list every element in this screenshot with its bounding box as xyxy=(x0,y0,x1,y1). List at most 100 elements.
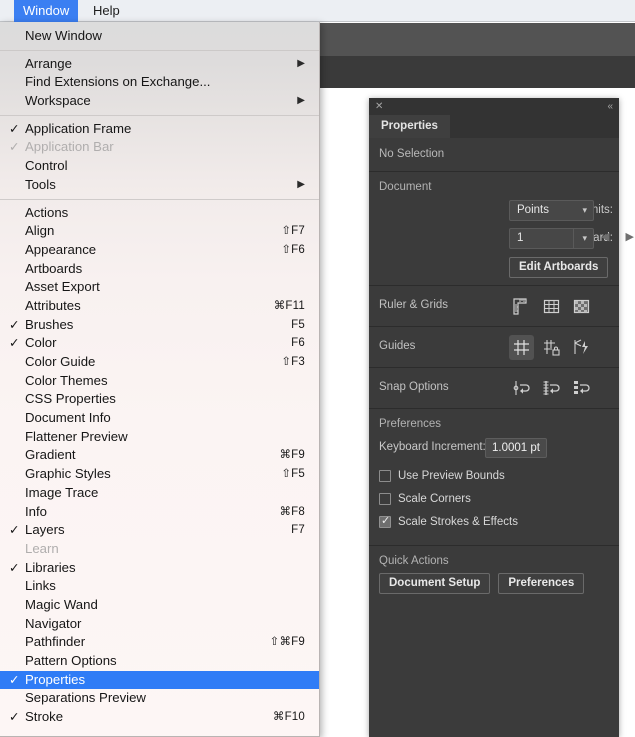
menu-item-control[interactable]: Control xyxy=(0,157,319,176)
menu-item-align[interactable]: Align ⇧F7 xyxy=(0,222,319,241)
chevron-down-icon: ▾ xyxy=(582,205,587,215)
menu-item-label: Tools xyxy=(25,176,56,192)
menu-item-color-themes[interactable]: Color Themes xyxy=(0,372,319,391)
smart-guides-icon[interactable] xyxy=(569,335,594,360)
menu-item-label: Gradient xyxy=(25,447,76,463)
menu-separator xyxy=(0,114,319,116)
menu-item-label: Attributes xyxy=(25,297,81,313)
menu-item-graphic-styles[interactable]: Graphic Styles ⇧F5 xyxy=(0,465,319,484)
panel-tab-bar: Properties xyxy=(369,115,619,138)
menu-item-info[interactable]: Info ⌘F8 xyxy=(0,503,319,522)
units-select[interactable]: Points ▾ xyxy=(509,200,594,221)
menu-item-stroke[interactable]: ✓ Stroke ⌘F10 xyxy=(0,708,319,727)
menu-item-links[interactable]: Links xyxy=(0,577,319,596)
menu-item-css-properties[interactable]: CSS Properties xyxy=(0,390,319,409)
snap-to-grid-icon[interactable] xyxy=(539,376,564,401)
artboard-select[interactable]: 1 ▾ xyxy=(509,228,594,249)
menu-item-shortcut: ⌘F10 xyxy=(272,711,305,724)
menu-item-separations-preview[interactable]: Separations Preview xyxy=(0,689,319,708)
menu-item-checkmark-icon: ✓ xyxy=(9,140,20,155)
submenu-arrow-icon: ▶ xyxy=(297,95,305,107)
next-artboard-icon[interactable]: ▶ xyxy=(626,231,634,243)
menu-item-label: Separations Preview xyxy=(25,690,146,706)
preferences-section: Preferences Keyboard Increment: 1.0001 p… xyxy=(369,409,619,535)
menu-item-shortcut: F6 xyxy=(291,337,305,350)
snap-to-point-icon[interactable] xyxy=(509,376,534,401)
menu-item-label: Actions xyxy=(25,204,69,220)
window-dropdown-menu[interactable]: New Window Arrange ▶ Find Extensions on Exc… xyxy=(0,22,320,737)
menu-item-layers[interactable]: ✓ Layers F7 xyxy=(0,521,319,540)
menu-item-find-extensions-on-exchange[interactable]: Find Extensions on Exchange... xyxy=(0,73,319,92)
document-setup-button[interactable]: Document Setup xyxy=(379,573,491,594)
menu-item-attributes[interactable]: Attributes ⌘F11 xyxy=(0,297,319,316)
menu-item-image-trace[interactable]: Image Trace xyxy=(0,484,319,503)
keyboard-increment-label: Keyboard Increment: xyxy=(379,441,486,453)
menu-item-pathfinder[interactable]: Pathfinder ⇧⌘F9 xyxy=(0,633,319,652)
menu-item-appearance[interactable]: Appearance ⇧F6 xyxy=(0,241,319,260)
menu-item-label: CSS Properties xyxy=(25,391,116,407)
menu-item-label: Stroke xyxy=(25,709,64,725)
menu-item-asset-export[interactable]: Asset Export xyxy=(0,278,319,297)
menu-item-pattern-options[interactable]: Pattern Options xyxy=(0,652,319,671)
previous-artboard-icon[interactable]: ◀ xyxy=(601,231,609,243)
close-icon[interactable]: ✕ xyxy=(375,100,383,113)
artboard-nav: ◀ ▶ xyxy=(601,230,635,243)
tab-properties[interactable]: Properties xyxy=(369,115,450,138)
document-section: Document Units: Points ▾ Artboard: 1 ▾ ◀… xyxy=(369,172,634,285)
menu-item-properties[interactable]: ✓ Properties xyxy=(0,670,319,690)
menu-bar-item-window[interactable]: Window xyxy=(14,0,79,22)
show-guides-icon[interactable] xyxy=(509,335,534,360)
checkbox-label: Scale Strokes & Effects xyxy=(398,516,518,528)
menu-item-magic-wand[interactable]: Magic Wand xyxy=(0,596,319,615)
menu-item-navigator[interactable]: Navigator xyxy=(0,615,319,634)
menu-item-label: Brushes xyxy=(25,316,74,332)
menu-item-artboards[interactable]: Artboards xyxy=(0,260,319,279)
keyboard-increment-input[interactable]: 1.0001 pt xyxy=(485,438,547,458)
menu-item-flattener-preview[interactable]: Flattener Preview xyxy=(0,428,319,447)
checkbox-scale-corners[interactable] xyxy=(379,493,391,505)
quick-actions-section: Quick Actions Document Setup Preferences xyxy=(369,546,619,603)
checkbox-use-preview-bounds[interactable] xyxy=(379,470,391,482)
menu-item-label: Color Guide xyxy=(25,354,96,369)
menu-item-application-frame[interactable]: ✓ Application Frame xyxy=(0,120,319,139)
show-rulers-icon[interactable] xyxy=(509,294,534,319)
menu-item-brushes[interactable]: ✓ Brushes F5 xyxy=(0,316,319,335)
menu-item-document-info[interactable]: Document Info xyxy=(0,409,319,428)
preferences-button[interactable]: Preferences xyxy=(498,573,585,594)
show-grid-icon[interactable] xyxy=(539,294,564,319)
menu-item-shortcut: F7 xyxy=(291,524,305,537)
menu-item-checkmark-icon: ✓ xyxy=(9,710,20,725)
menu-item-label: Magic Wand xyxy=(25,596,98,612)
menu-item-checkmark-icon: ✓ xyxy=(9,336,20,351)
menu-bar-item-help[interactable]: Help xyxy=(84,0,129,22)
menu-item-label: Color xyxy=(25,335,57,351)
collapse-panel-icon[interactable]: « xyxy=(607,100,612,113)
menu-item-libraries[interactable]: ✓ Libraries xyxy=(0,559,319,578)
menu-item-color[interactable]: ✓ Color F6 xyxy=(0,334,319,353)
chevron-down-icon: ▾ xyxy=(582,233,587,243)
menu-item-checkmark-icon: ✓ xyxy=(9,672,20,687)
submenu-arrow-icon: ▶ xyxy=(297,57,305,69)
snap-to-pixel-icon[interactable] xyxy=(569,376,594,401)
menu-item-checkmark-icon: ✓ xyxy=(9,317,20,332)
artboard-value: 1 xyxy=(517,232,524,244)
snap-options-row: Snap Options xyxy=(369,368,619,408)
menu-item-new-window[interactable]: New Window xyxy=(0,27,319,46)
checkbox-label: Scale Corners xyxy=(398,493,471,505)
checkbox-scale-strokes-effects[interactable] xyxy=(379,514,391,528)
menu-item-workspace[interactable]: Workspace ▶ xyxy=(0,92,319,111)
menu-item-gradient[interactable]: Gradient ⌘F9 xyxy=(0,446,319,465)
edit-artboards-row: Edit Artboards xyxy=(369,255,619,285)
show-transparency-grid-icon[interactable] xyxy=(569,294,594,319)
menu-item-shortcut: ⇧F3 xyxy=(281,356,305,368)
menu-item-arrange[interactable]: Arrange ▶ xyxy=(0,55,319,74)
menu-item-actions[interactable]: Actions xyxy=(0,204,319,223)
checkbox-label: Use Preview Bounds xyxy=(398,470,505,482)
menu-item-color-guide[interactable]: Color Guide ⇧F3 xyxy=(0,353,319,372)
menu-item-label: Artboards xyxy=(25,260,83,276)
quick-actions-heading: Quick Actions xyxy=(379,555,449,567)
lock-guides-icon[interactable] xyxy=(539,335,564,360)
menu-item-label: Document Info xyxy=(25,410,111,426)
edit-artboards-button[interactable]: Edit Artboards xyxy=(509,257,609,278)
menu-item-tools[interactable]: Tools ▶ xyxy=(0,176,319,195)
